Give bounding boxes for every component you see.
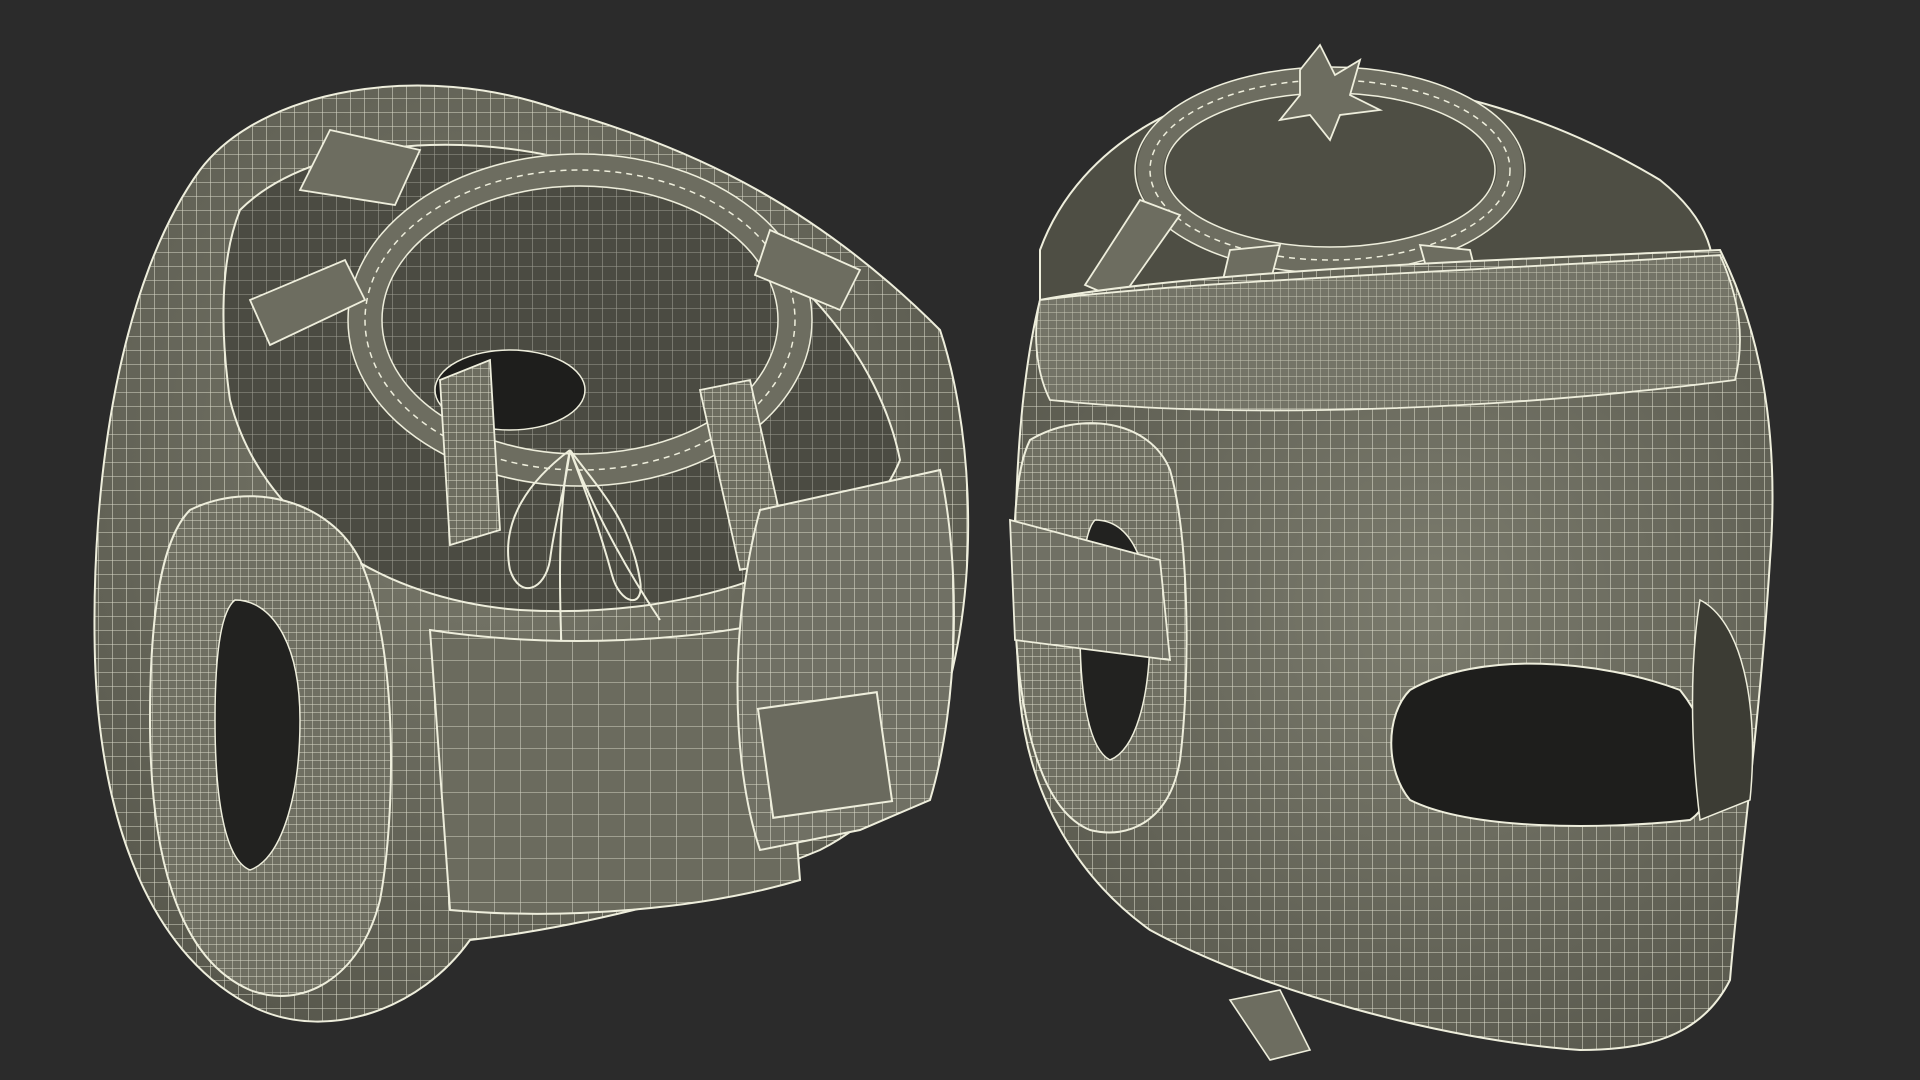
headgear-front-view: [1009, 43, 1774, 1061]
render-viewport: [0, 0, 1920, 1080]
left-velcro-patch: [756, 691, 894, 819]
right-face-opening: [1390, 662, 1713, 827]
